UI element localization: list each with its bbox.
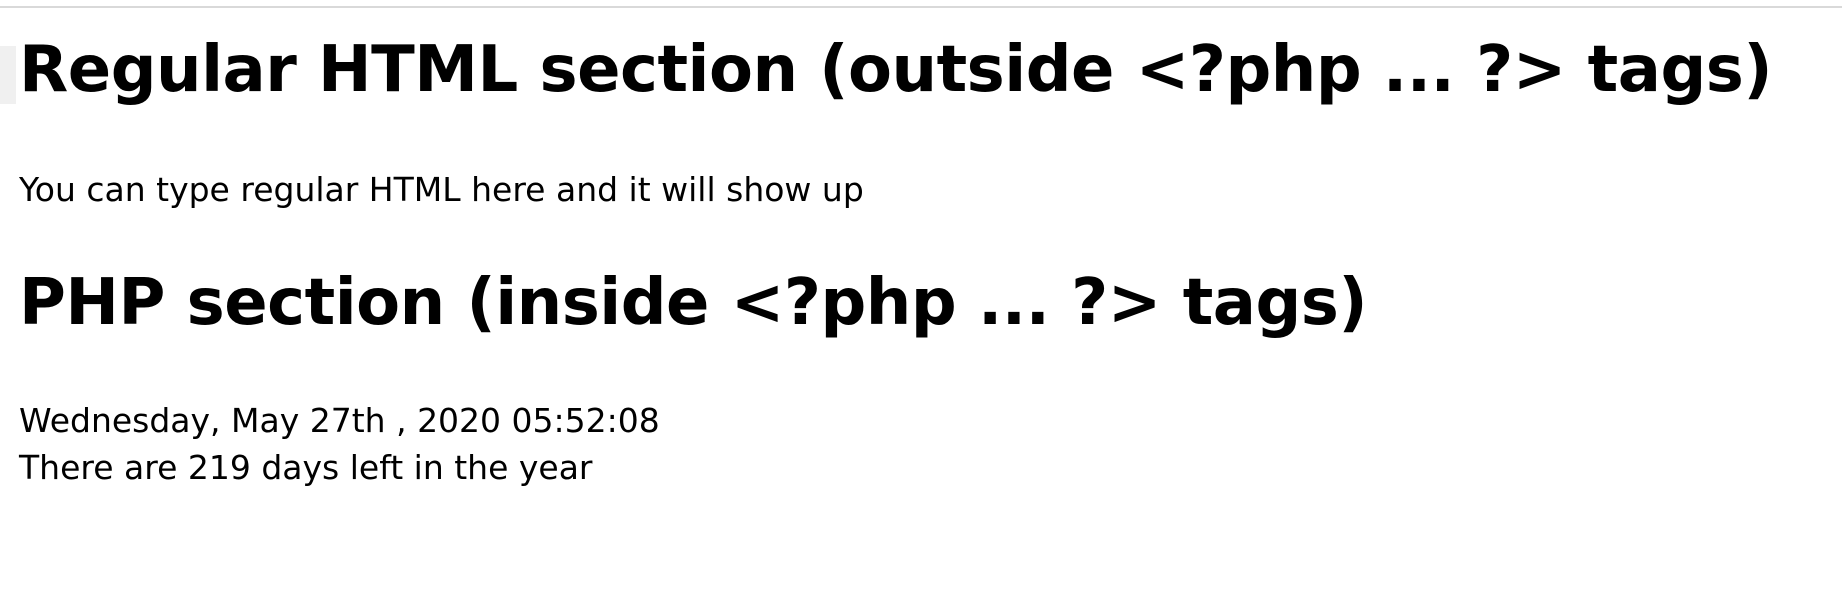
html-section-text: You can type regular HTML here and it wi… — [19, 170, 864, 209]
days-left-text: There are 219 days left in the year — [19, 448, 593, 487]
html-section-heading: Regular HTML section (outside <?php ... … — [19, 33, 1773, 107]
left-edge-fragment — [0, 46, 16, 104]
php-output-block: Wednesday, May 27th , 2020 05:52:08 Ther… — [19, 397, 660, 491]
php-section-heading: PHP section (inside <?php ... ?> tags) — [19, 266, 1368, 340]
current-date-text: Wednesday, May 27th , 2020 05:52:08 — [19, 401, 660, 440]
top-divider — [0, 6, 1842, 8]
